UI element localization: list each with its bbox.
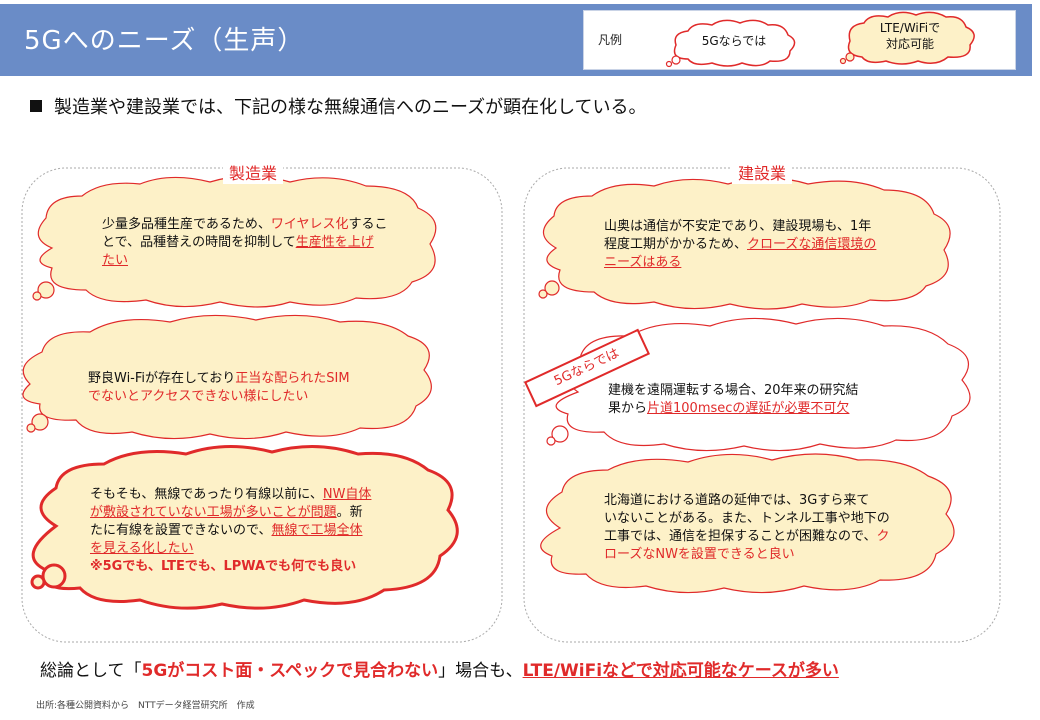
text-segment: 。新	[336, 505, 363, 520]
highlight-text: 正当な配られたSIM	[235, 371, 350, 386]
text-segment: とで、品種替えの時間を抑制して	[102, 235, 296, 250]
highlight-text: を見える化したい	[90, 541, 194, 556]
text-segment: 工事では、通信を担保することが困難なので、	[604, 529, 877, 544]
groups-canvas	[21, 167, 1001, 643]
text-segment: 山奥は通信が不安定であり、建設現場も、1年	[604, 219, 872, 234]
group-label-construction: 建設業	[732, 160, 793, 184]
cloud-text-manufacturing-1: 少量多品種生産であるため、ワイヤレス化するこ とで、品種替えの時間を抑制して生産…	[102, 216, 404, 270]
cloud-text-construction-1: 山奥は通信が不安定であり、建設現場も、1年 程度工期がかかるため、クローズな通信…	[604, 218, 916, 272]
text-segment: 程度工期がかかるため、	[604, 237, 748, 252]
cloud-text-construction-2: 建機を遠隔運転する場合、20年来の研究結 果から片道100msecの遅延が必要不…	[608, 382, 912, 418]
highlight-text: 片道100msecの遅延が必要不可欠	[647, 401, 850, 416]
conclusion-highlight: LTE/WiFiなどで対応可能なケースが多い	[522, 661, 839, 681]
text-segment: 北海道における道路の延伸では、3Gすら来て	[604, 493, 870, 508]
text-segment: いないことがある。また、トンネル工事や地下の	[604, 511, 890, 526]
highlight-text: クローズな通信環境の	[747, 237, 877, 252]
text-segment: そもそも、無線であったり有線以前に、	[90, 487, 323, 502]
text-segment: 建機を遠隔運転する場合、20年来の研究結	[608, 383, 859, 398]
conclusion-text: 」場合も、	[438, 661, 523, 681]
highlight-text: が敷設されていない工場が多いことが問題	[90, 505, 337, 520]
text-segment: するこ	[348, 217, 388, 232]
highlight-text: ローズなNWを設置できると良い	[604, 547, 795, 562]
highlight-text: ワイヤレス化	[270, 217, 349, 232]
highlight-text: 生産性を上げ	[295, 235, 374, 250]
highlight-text: でないとアクセスできない様にしたい	[88, 389, 309, 404]
conclusion-text: 総論として「	[40, 661, 142, 681]
conclusion-line: 総論として「5Gがコスト面・スペックで見合わない」場合も、LTE/WiFiなどで…	[40, 656, 839, 681]
text-segment: 果から	[608, 401, 648, 416]
group-label-manufacturing: 製造業	[223, 160, 284, 184]
text-segment: 野良Wi-Fiが存在しており	[88, 371, 236, 386]
text-segment: 少量多品種生産であるため、	[102, 217, 271, 232]
highlight-text: 無線で工場全体	[271, 523, 363, 538]
highlight-text: NW自体	[322, 487, 372, 502]
highlight-text: たい	[102, 253, 129, 268]
cloud-text-construction-3: 北海道における道路の延伸では、3Gすら来て いないことがある。また、トンネル工事…	[604, 492, 916, 564]
cloud-text-manufacturing-2: 野良Wi-Fiが存在しており正当な配られたSIM でないとアクセスできない様にし…	[88, 370, 398, 406]
cloud-text-manufacturing-3: そもそも、無線であったり有線以前に、NW自体 が敷設されていない工場が多いことが…	[90, 486, 410, 576]
conclusion-highlight: 5Gがコスト面・スペックで見合わない	[141, 661, 439, 681]
text-segment: たに有線を設置できないので、	[90, 523, 272, 538]
highlight-text: ク	[876, 529, 890, 544]
note-text: ※5Gでも、LTEでも、LPWAでも何でも良い	[90, 559, 357, 574]
source-note: 出所:各種公開資料から NTTデータ経営研究所 作成	[36, 701, 255, 711]
highlight-text: ニーズはある	[604, 255, 682, 270]
